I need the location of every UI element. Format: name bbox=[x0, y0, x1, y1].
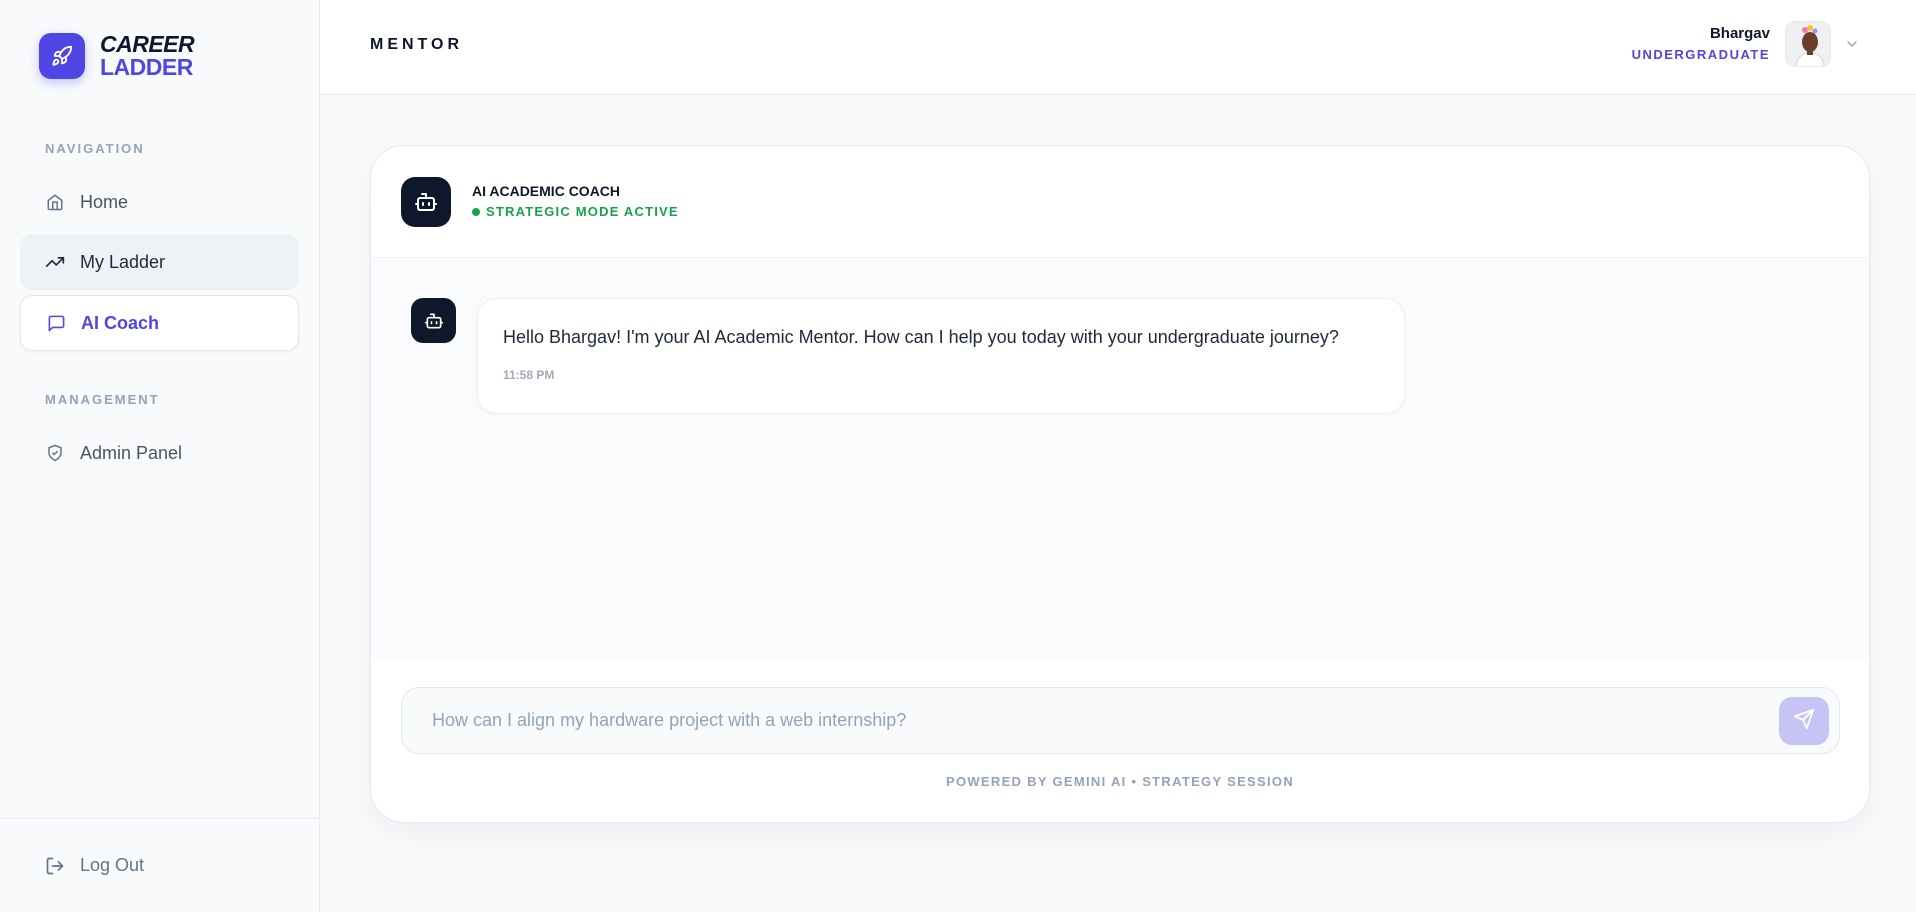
status-text: STRATEGIC MODE ACTIVE bbox=[486, 204, 679, 219]
status-dot bbox=[472, 207, 480, 216]
bot-icon bbox=[401, 177, 451, 227]
send-icon bbox=[1793, 708, 1815, 735]
brand-logo[interactable]: CAREER LADDER bbox=[39, 31, 195, 80]
sidebar-item-ai-coach[interactable]: AI Coach bbox=[20, 295, 299, 351]
footer-note: POWERED BY GEMINI AI • STRATEGY SESSION bbox=[945, 774, 1295, 789]
composer bbox=[401, 687, 1840, 754]
sidebar-item-label: Admin Panel bbox=[80, 442, 183, 463]
logout-label: Log Out bbox=[80, 855, 145, 875]
message-input[interactable] bbox=[402, 688, 1762, 753]
chat-card: AI ACADEMIC COACH STRATEGIC MODE ACTIVE … bbox=[370, 145, 1870, 823]
message-square-icon bbox=[46, 313, 66, 333]
message-bubble: Hello Bhargav! I'm your AI Academic Ment… bbox=[477, 298, 1405, 414]
trending-up-icon bbox=[45, 252, 65, 272]
sidebar: CAREER LADDER NAVIGATION Home My Ladder … bbox=[0, 0, 320, 912]
send-button[interactable] bbox=[1779, 697, 1829, 745]
sidebar-divider bbox=[0, 818, 320, 819]
sidebar-item-my-ladder[interactable]: My Ladder bbox=[20, 234, 299, 290]
status-badge: STRATEGIC MODE ACTIVE bbox=[472, 204, 679, 219]
rocket-icon bbox=[39, 33, 85, 79]
home-icon bbox=[45, 192, 65, 212]
sidebar-item-label: AI Coach bbox=[81, 312, 160, 333]
logout-button[interactable]: Log Out bbox=[45, 855, 144, 876]
chat-header: AI ACADEMIC COACH STRATEGIC MODE ACTIVE bbox=[371, 146, 1869, 258]
brand-name: CAREER LADDER bbox=[100, 31, 195, 80]
message-list[interactable]: Hello Bhargav! I'm your AI Academic Ment… bbox=[371, 258, 1869, 658]
brand-line-2: LADDER bbox=[100, 54, 193, 80]
message-text: Hello Bhargav! I'm your AI Academic Ment… bbox=[503, 327, 1339, 347]
logout-icon bbox=[45, 856, 65, 876]
brand-line-1: CAREER bbox=[100, 31, 195, 57]
bot-avatar-icon bbox=[411, 298, 456, 343]
sidebar-item-label: My Ladder bbox=[80, 251, 166, 272]
shield-icon bbox=[45, 443, 65, 463]
user-role: UNDERGRADUATE bbox=[1631, 47, 1770, 62]
sidebar-item-label: Home bbox=[80, 191, 129, 212]
avatar[interactable] bbox=[1785, 21, 1831, 67]
navigation-section-label: NAVIGATION bbox=[45, 141, 145, 156]
user-name: Bhargav bbox=[1709, 25, 1770, 42]
top-header: MENTOR Bhargav UNDERGRADUATE bbox=[320, 0, 1916, 95]
message-timestamp: 11:58 PM bbox=[503, 368, 555, 382]
page-title: MENTOR bbox=[370, 36, 464, 53]
management-section-label: MANAGEMENT bbox=[45, 392, 160, 407]
sidebar-item-home[interactable]: Home bbox=[20, 174, 299, 230]
sidebar-item-admin-panel[interactable]: Admin Panel bbox=[20, 425, 299, 481]
chevron-down-icon[interactable] bbox=[1844, 36, 1860, 52]
coach-title: AI ACADEMIC COACH bbox=[472, 183, 621, 199]
